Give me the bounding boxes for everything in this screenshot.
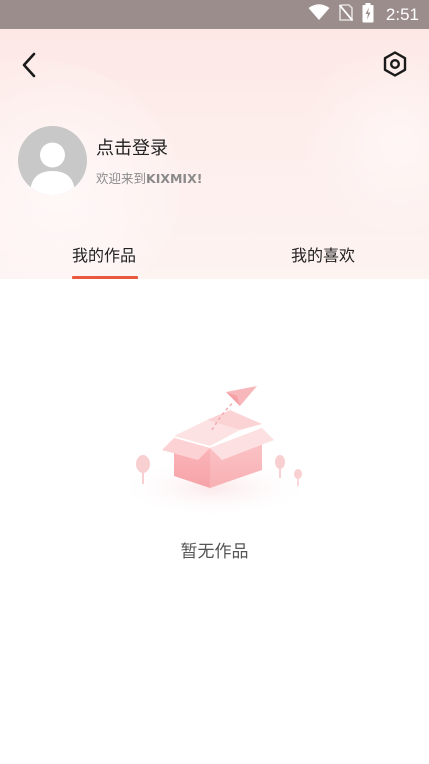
settings-hexagon-icon [382,51,408,81]
status-bar: 2:51 [0,0,429,29]
battery-charging-icon [362,2,374,27]
back-button[interactable] [14,52,44,82]
default-user-icon [30,142,75,195]
status-icons: 2:51 [308,0,419,29]
back-arrow-icon [21,52,37,82]
tab-my-works[interactable]: 我的作品 [72,242,136,266]
empty-box-illustration [112,380,316,520]
no-sim-icon [338,4,354,25]
active-tab-indicator [72,276,138,279]
settings-button[interactable] [379,50,411,82]
status-time: 2:51 [385,4,419,24]
login-prompt[interactable]: 点击登录 [96,134,168,160]
avatar[interactable] [18,126,87,195]
welcome-prefix: 欢迎来到 [96,171,147,186]
welcome-brand: KIXMIX! [146,171,203,186]
empty-state-message: 暂无作品 [180,542,249,562]
screen: 2:51 点击登录 欢迎来到KIXMIX! 我的作品 我的喜欢 暂无作品 [0,0,429,764]
welcome-message: 欢迎来到KIXMIX! [96,168,202,187]
wifi-icon [308,4,330,25]
tab-my-likes[interactable]: 我的喜欢 [291,242,355,266]
